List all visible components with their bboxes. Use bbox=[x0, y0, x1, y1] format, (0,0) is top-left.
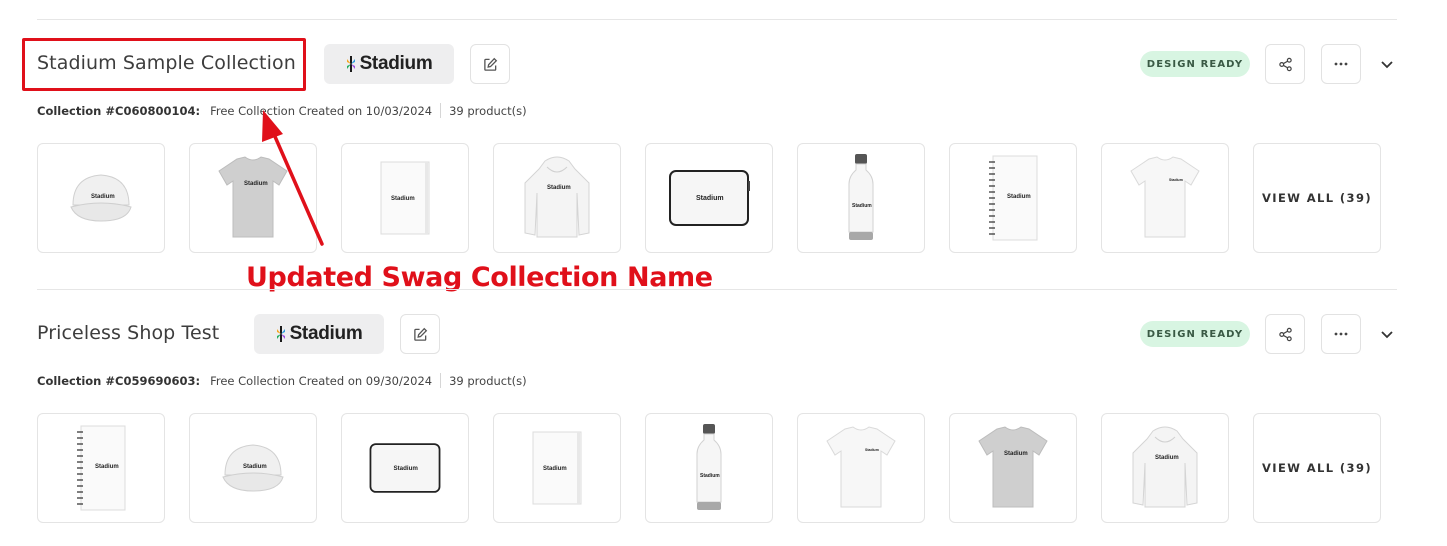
collection-title[interactable]: Priceless Shop Test bbox=[37, 322, 219, 344]
brand-logo-pill: Stadium bbox=[254, 314, 384, 354]
collection-card: Priceless Shop Test Stadium DESIGN READY bbox=[0, 270, 1447, 523]
expand-toggle[interactable] bbox=[1377, 54, 1397, 74]
svg-text:Stadium: Stadium bbox=[543, 466, 567, 472]
product-tile-tshirt-white[interactable]: Stadium bbox=[1101, 143, 1229, 253]
collection-id: Collection #C060800104: bbox=[37, 103, 201, 118]
edit-name-button[interactable] bbox=[470, 44, 510, 84]
tshirt-icon: Stadium bbox=[1130, 156, 1200, 238]
svg-text:Stadium: Stadium bbox=[696, 195, 724, 202]
meta-separator bbox=[440, 103, 442, 118]
share-icon bbox=[1278, 327, 1292, 341]
expand-toggle[interactable] bbox=[1377, 324, 1397, 344]
created-info: Free Collection Created on 09/30/2024 bbox=[210, 373, 433, 388]
pencil-square-icon bbox=[413, 327, 427, 341]
svg-text:Stadium: Stadium bbox=[700, 473, 720, 479]
view-all-button[interactable]: VIEW ALL (39) bbox=[1253, 413, 1381, 523]
product-tile-spiral-notebook[interactable]: Stadium bbox=[37, 413, 165, 523]
svg-text:Stadium: Stadium bbox=[1007, 194, 1031, 200]
collection-id: Collection #C059690603: bbox=[37, 373, 201, 388]
product-tile-spiral-notebook[interactable]: Stadium bbox=[949, 143, 1077, 253]
svg-text:Stadium: Stadium bbox=[391, 196, 415, 202]
product-tile-cap[interactable]: Stadium bbox=[37, 143, 165, 253]
tshirt-icon: Stadium bbox=[978, 426, 1048, 508]
annotation-highlight-box bbox=[22, 38, 306, 91]
cap-icon: Stadium bbox=[70, 174, 132, 222]
hoodie-icon: Stadium bbox=[524, 156, 590, 238]
pencil-square-icon bbox=[483, 57, 497, 71]
laptop-sleeve-icon: Stadium bbox=[669, 170, 750, 226]
chevron-down-icon bbox=[1381, 60, 1393, 68]
spiral-notebook-icon: Stadium bbox=[77, 425, 126, 511]
collection-meta: Collection #C060800104: Free Collection … bbox=[37, 103, 527, 118]
hoodie-icon: Stadium bbox=[1132, 426, 1198, 508]
product-count: 39 product(s) bbox=[449, 103, 527, 118]
product-tile-tshirt-gray[interactable]: Stadium bbox=[189, 143, 317, 253]
product-tile-laptop-sleeve[interactable]: Stadium bbox=[341, 413, 469, 523]
product-tile-bottle[interactable]: Stadium bbox=[797, 143, 925, 253]
product-row: Stadium Stadium Stadium Stadium Stadium … bbox=[37, 413, 1381, 523]
product-tile-bottle[interactable]: Stadium bbox=[645, 413, 773, 523]
more-options-button[interactable] bbox=[1321, 314, 1361, 354]
more-options-button[interactable] bbox=[1321, 44, 1361, 84]
svg-text:Stadium: Stadium bbox=[1004, 451, 1028, 457]
share-button[interactable] bbox=[1265, 314, 1305, 354]
svg-text:Stadium: Stadium bbox=[393, 465, 418, 472]
laptop-sleeve-icon: Stadium bbox=[369, 443, 441, 493]
ellipsis-icon bbox=[1334, 332, 1348, 336]
chevron-down-icon bbox=[1381, 330, 1393, 338]
svg-text:Stadium: Stadium bbox=[91, 194, 115, 200]
stadium-logo-icon bbox=[276, 326, 285, 342]
cap-icon: Stadium bbox=[222, 444, 284, 492]
tshirt-icon: Stadium bbox=[826, 426, 896, 508]
product-tile-notebook[interactable]: Stadium bbox=[341, 143, 469, 253]
svg-text:Stadium: Stadium bbox=[1155, 455, 1179, 461]
status-badge: DESIGN READY bbox=[1140, 321, 1250, 347]
product-tile-cap[interactable]: Stadium bbox=[189, 413, 317, 523]
spiral-notebook-icon: Stadium bbox=[989, 155, 1038, 241]
share-icon bbox=[1278, 57, 1292, 71]
meta-separator bbox=[440, 373, 442, 388]
product-row: Stadium Stadium Stadium Stadium Stadium … bbox=[37, 143, 1381, 253]
svg-text:Stadium: Stadium bbox=[547, 185, 571, 191]
product-count: 39 product(s) bbox=[449, 373, 527, 388]
stadium-logo-icon bbox=[346, 56, 355, 72]
brand-name: Stadium bbox=[289, 323, 363, 344]
svg-text:Stadium: Stadium bbox=[95, 464, 119, 470]
collection-meta: Collection #C059690603: Free Collection … bbox=[37, 373, 527, 388]
ellipsis-icon bbox=[1334, 62, 1348, 66]
status-badge: DESIGN READY bbox=[1140, 51, 1250, 77]
svg-text:Stadium: Stadium bbox=[1169, 178, 1183, 182]
svg-text:Stadium: Stadium bbox=[243, 464, 267, 470]
product-tile-laptop-sleeve[interactable]: Stadium bbox=[645, 143, 773, 253]
svg-text:Stadium: Stadium bbox=[852, 203, 872, 209]
brand-logo-pill: Stadium bbox=[324, 44, 454, 84]
view-all-button[interactable]: VIEW ALL (39) bbox=[1253, 143, 1381, 253]
brand-name: Stadium bbox=[359, 53, 433, 74]
product-tile-notebook[interactable]: Stadium bbox=[493, 413, 621, 523]
collection-card: Stadium Sample Collection Stadium DESIGN… bbox=[0, 0, 1447, 253]
bottle-icon: Stadium bbox=[848, 154, 874, 240]
notebook-icon: Stadium bbox=[380, 161, 430, 235]
product-tile-hoodie[interactable]: Stadium bbox=[1101, 413, 1229, 523]
share-button[interactable] bbox=[1265, 44, 1305, 84]
product-tile-tshirt-white[interactable]: Stadium bbox=[797, 413, 925, 523]
product-tile-tshirt-gray[interactable]: Stadium bbox=[949, 413, 1077, 523]
edit-name-button[interactable] bbox=[400, 314, 440, 354]
svg-text:Stadium: Stadium bbox=[244, 181, 268, 187]
notebook-icon: Stadium bbox=[532, 431, 582, 505]
tshirt-icon: Stadium bbox=[218, 156, 288, 238]
svg-text:Stadium: Stadium bbox=[865, 448, 879, 452]
bottle-icon: Stadium bbox=[696, 424, 722, 510]
product-tile-hoodie[interactable]: Stadium bbox=[493, 143, 621, 253]
created-info: Free Collection Created on 10/03/2024 bbox=[210, 103, 433, 118]
